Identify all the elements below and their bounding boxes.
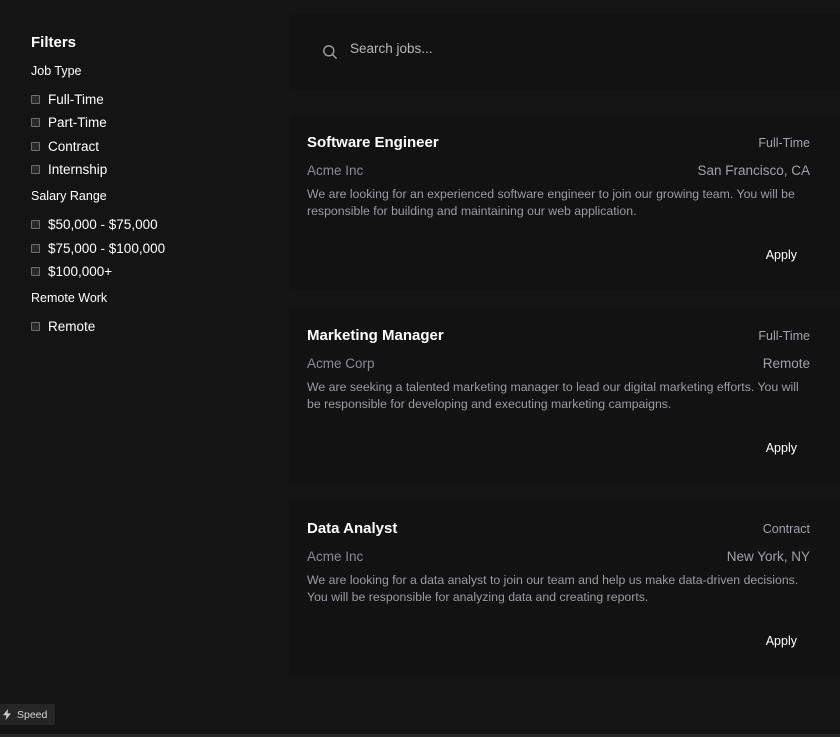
filter-option-label: Contract [48, 138, 100, 154]
job-type: Full-Time [758, 329, 810, 343]
job-card: Software Engineer Full-Time Acme Inc San… [290, 115, 840, 290]
checkbox[interactable] [31, 118, 40, 128]
job-location: San Francisco, CA [697, 163, 810, 178]
filter-option-salary-100k-plus[interactable]: $100,000+ [31, 260, 290, 283]
speed-badge-label: Speed [17, 708, 48, 721]
job-location: New York, NY [726, 549, 810, 564]
filter-option-label: Part-Time [48, 115, 107, 131]
job-description: We are seeking a talented marketing mana… [307, 380, 799, 411]
job-title: Data Analyst [307, 520, 398, 537]
apply-button[interactable]: Apply [766, 248, 797, 262]
job-description: We are looking for an experienced softwa… [307, 187, 795, 218]
filter-option-label: $50,000 - $75,000 [48, 217, 158, 233]
filter-option-label: Remote [48, 319, 96, 335]
filter-group-title: Job Type [31, 64, 82, 78]
job-title: Marketing Manager [307, 327, 444, 344]
filters-title: Filters [31, 34, 77, 51]
filter-option-internship[interactable]: Internship [31, 158, 290, 181]
job-description: We are looking for a data analyst to joi… [307, 573, 799, 604]
speed-badge[interactable]: Speed [0, 704, 56, 725]
filter-option-label: $75,000 - $100,000 [48, 240, 166, 256]
filter-group-remote-work: Remote Work Remote [31, 291, 290, 338]
checkbox[interactable] [31, 266, 40, 276]
company-name: Acme Corp [307, 356, 375, 371]
filter-group-title: Salary Range [31, 189, 107, 204]
job-listings: Software Engineer Full-Time Acme Inc San… [290, 0, 840, 737]
checkbox[interactable] [31, 165, 40, 175]
checkbox[interactable] [31, 220, 40, 230]
checkbox[interactable] [31, 95, 40, 105]
job-card: Data Analyst Contract Acme Inc New York,… [290, 501, 840, 676]
filter-option-label: $100,000+ [48, 263, 113, 279]
filter-option-contract[interactable]: Contract [31, 135, 290, 158]
search-icon [323, 45, 337, 59]
filter-option-label: Full-Time [48, 92, 104, 108]
job-type: Full-Time [758, 136, 810, 150]
search-bar [290, 14, 840, 90]
job-card: Marketing Manager Full-Time Acme Corp Re… [290, 308, 840, 483]
filters-sidebar: Filters Job Type Full-Time Part-Time Con… [0, 0, 290, 737]
filter-option-part-time[interactable]: Part-Time [31, 111, 290, 134]
apply-button[interactable]: Apply [766, 634, 797, 648]
filter-group-job-type: Job Type Full-Time Part-Time Contract In… [31, 64, 290, 181]
filter-option-salary-50k-75k[interactable]: $50,000 - $75,000 [31, 213, 290, 236]
company-name: Acme Inc [307, 549, 364, 564]
checkbox[interactable] [31, 141, 40, 151]
lightning-icon [3, 709, 11, 720]
search-input[interactable] [350, 41, 770, 56]
company-name: Acme Inc [307, 163, 364, 178]
filter-group-salary-range: Salary Range $50,000 - $75,000 $75,000 -… [31, 189, 290, 283]
apply-button[interactable]: Apply [766, 441, 797, 455]
checkbox[interactable] [31, 243, 40, 253]
filter-option-remote[interactable]: Remote [31, 315, 290, 338]
checkbox[interactable] [31, 322, 40, 332]
job-title: Software Engineer [307, 134, 439, 151]
filter-option-full-time[interactable]: Full-Time [31, 88, 290, 111]
job-type: Contract [762, 522, 810, 536]
filter-option-label: Internship [48, 162, 108, 178]
filter-group-title: Remote Work [31, 291, 108, 306]
filter-option-salary-75k-100k[interactable]: $75,000 - $100,000 [31, 236, 290, 259]
job-location: Remote [762, 356, 810, 371]
